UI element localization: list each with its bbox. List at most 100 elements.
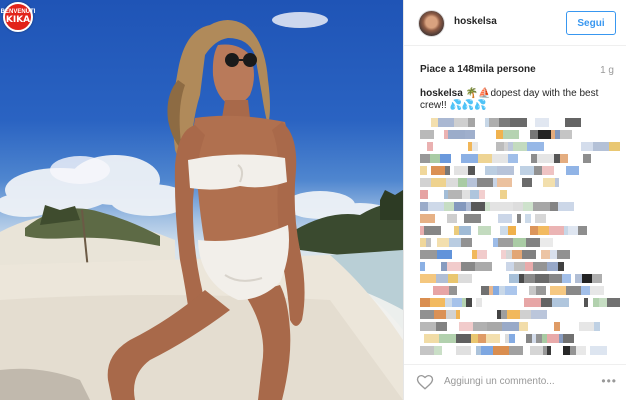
pixel-block <box>437 238 449 247</box>
pixel-block <box>541 298 552 307</box>
pixel-block <box>554 322 560 331</box>
pixel-block <box>543 178 555 187</box>
pixel-block <box>436 274 448 283</box>
pixel-block <box>531 310 547 319</box>
pixel-block <box>563 334 574 343</box>
pixel-block <box>471 202 485 211</box>
caption-emoji: 🌴⛵ <box>465 88 491 99</box>
pixel-block <box>471 334 478 343</box>
pixel-block <box>508 154 518 163</box>
pixel-block <box>534 166 542 175</box>
pixel-block <box>530 130 538 139</box>
pixel-block <box>456 346 471 355</box>
pixel-block <box>498 214 512 223</box>
pixel-block <box>448 190 462 199</box>
pixel-block <box>519 322 528 331</box>
pixel-block <box>430 298 445 307</box>
pixel-block <box>434 346 442 355</box>
pixel-block <box>485 166 497 175</box>
pixel-block <box>502 322 519 331</box>
pixel-block <box>509 334 515 343</box>
pixel-block <box>424 226 441 235</box>
pixel-block <box>527 142 544 151</box>
pixelated-comment-row <box>420 310 620 319</box>
pixel-block <box>452 298 462 307</box>
pixel-block <box>446 178 458 187</box>
pixel-block <box>530 346 543 355</box>
pixel-block <box>447 262 461 271</box>
pixel-block <box>445 298 452 307</box>
heart-icon[interactable] <box>416 373 434 391</box>
pixelated-comment-row <box>420 166 620 175</box>
pixelated-comment-row <box>420 178 620 187</box>
pixelated-comment-row <box>420 250 620 259</box>
follow-button[interactable]: Segui <box>566 11 616 35</box>
pixel-block <box>578 226 587 235</box>
pixel-block <box>427 142 433 151</box>
likes-count[interactable]: Piace a 148mila persone <box>420 64 536 75</box>
pixel-block <box>459 322 473 331</box>
pixel-block <box>456 310 460 319</box>
pixel-block <box>454 202 466 211</box>
pixel-block <box>529 286 536 295</box>
pixel-block <box>481 286 489 295</box>
post-age: 1 g <box>600 65 614 76</box>
pixel-block <box>526 238 540 247</box>
pixel-block <box>420 310 434 319</box>
pixel-block <box>420 202 428 211</box>
pixel-block <box>599 298 607 307</box>
pixel-block <box>535 214 546 223</box>
pixel-block <box>592 274 602 283</box>
pixel-block <box>538 226 549 235</box>
pixel-block <box>505 286 517 295</box>
pixel-block <box>468 166 475 175</box>
pixel-block <box>462 190 470 199</box>
photo-scene <box>0 12 403 400</box>
pixel-block <box>557 250 570 259</box>
pixel-block <box>540 238 553 247</box>
pixel-block <box>420 298 430 307</box>
pixel-block <box>420 178 431 187</box>
pixel-block <box>535 118 549 127</box>
post-side-panel: hoskelsa Segui Piace a 148mila persone 1… <box>403 0 626 400</box>
pixel-block <box>468 118 475 127</box>
pixel-block <box>525 214 531 223</box>
pixel-block <box>581 286 590 295</box>
pixel-block <box>431 118 438 127</box>
pixel-block <box>479 190 485 199</box>
pixel-block <box>541 250 550 259</box>
pixel-block <box>497 166 514 175</box>
pixel-block <box>478 154 492 163</box>
username-link[interactable]: hoskelsa <box>454 16 497 27</box>
pixel-block <box>568 226 578 235</box>
pixel-block <box>520 310 531 319</box>
pixel-block <box>440 154 451 163</box>
pixel-block <box>420 214 435 223</box>
pixel-block <box>549 226 564 235</box>
post-photo[interactable]: BENVENUTI KIKA <box>0 0 403 400</box>
pixel-block <box>506 262 514 271</box>
pixelated-comment-row <box>420 226 620 235</box>
caption-username[interactable]: hoskelsa <box>420 88 463 99</box>
pixel-block <box>590 346 607 355</box>
pixel-block <box>496 142 504 151</box>
pixel-block <box>566 286 581 295</box>
avatar[interactable] <box>418 10 445 37</box>
pixel-block <box>490 202 499 211</box>
comment-input[interactable]: Aggiungi un commento... <box>444 376 555 387</box>
pixel-block <box>481 346 493 355</box>
pixel-block <box>461 154 478 163</box>
pixel-block <box>590 286 604 295</box>
pixel-block <box>549 274 562 283</box>
pixel-block <box>522 250 536 259</box>
pixelated-comment-row <box>420 238 620 247</box>
pixel-block <box>461 262 475 271</box>
pixel-block <box>523 202 533 211</box>
pixel-block <box>434 310 446 319</box>
kika-watermark-logo: BENVENUTI KIKA <box>1 2 35 32</box>
more-options-icon[interactable]: ••• <box>601 374 617 388</box>
pixel-block <box>430 154 440 163</box>
pixel-block <box>566 166 579 175</box>
post-header: hoskelsa Segui <box>404 0 626 46</box>
pixel-block <box>426 238 431 247</box>
